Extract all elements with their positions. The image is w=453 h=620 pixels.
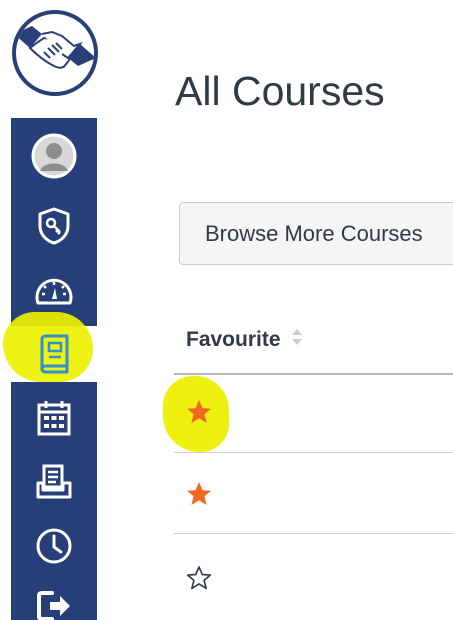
nav-item-dashboard[interactable]: [11, 262, 97, 318]
nav-item-account[interactable]: [11, 128, 97, 184]
inbox-icon: [36, 464, 72, 499]
dashboard-gauge-icon: [35, 278, 73, 305]
column-header-label: Favourite: [186, 328, 281, 351]
admin-shield-icon: [38, 207, 70, 245]
nav-item-inbox[interactable]: [11, 454, 97, 510]
table-row-divider: [174, 533, 453, 534]
logout-arrow-icon: [37, 591, 70, 620]
nav-item-calendar[interactable]: [11, 390, 97, 446]
favourite-star-icon[interactable]: [186, 481, 212, 507]
column-header-favourite[interactable]: Favourite: [186, 328, 303, 352]
history-clock-icon: [36, 528, 72, 564]
app-window: All Courses Browse More Courses Favourit…: [0, 0, 453, 620]
calendar-icon: [37, 401, 71, 436]
nav-item-courses-icon-overlay: [11, 326, 97, 382]
nav-item-history[interactable]: [11, 518, 97, 574]
page-title: All Courses: [175, 68, 385, 114]
favourite-star-icon[interactable]: [186, 399, 212, 425]
logo-area: [11, 0, 98, 118]
unfavourite-star-outline-icon[interactable]: [186, 565, 212, 591]
nav-item-logout[interactable]: [11, 578, 97, 620]
account-avatar-icon: [31, 133, 77, 179]
sort-icon[interactable]: [291, 328, 303, 352]
handshake-icon[interactable]: [12, 10, 98, 96]
table-row-divider: [174, 452, 453, 453]
table-header-divider: [174, 373, 453, 375]
nav-item-admin[interactable]: [11, 198, 97, 254]
courses-book-icon: [40, 334, 69, 374]
browse-more-courses-button[interactable]: Browse More Courses: [179, 202, 453, 265]
